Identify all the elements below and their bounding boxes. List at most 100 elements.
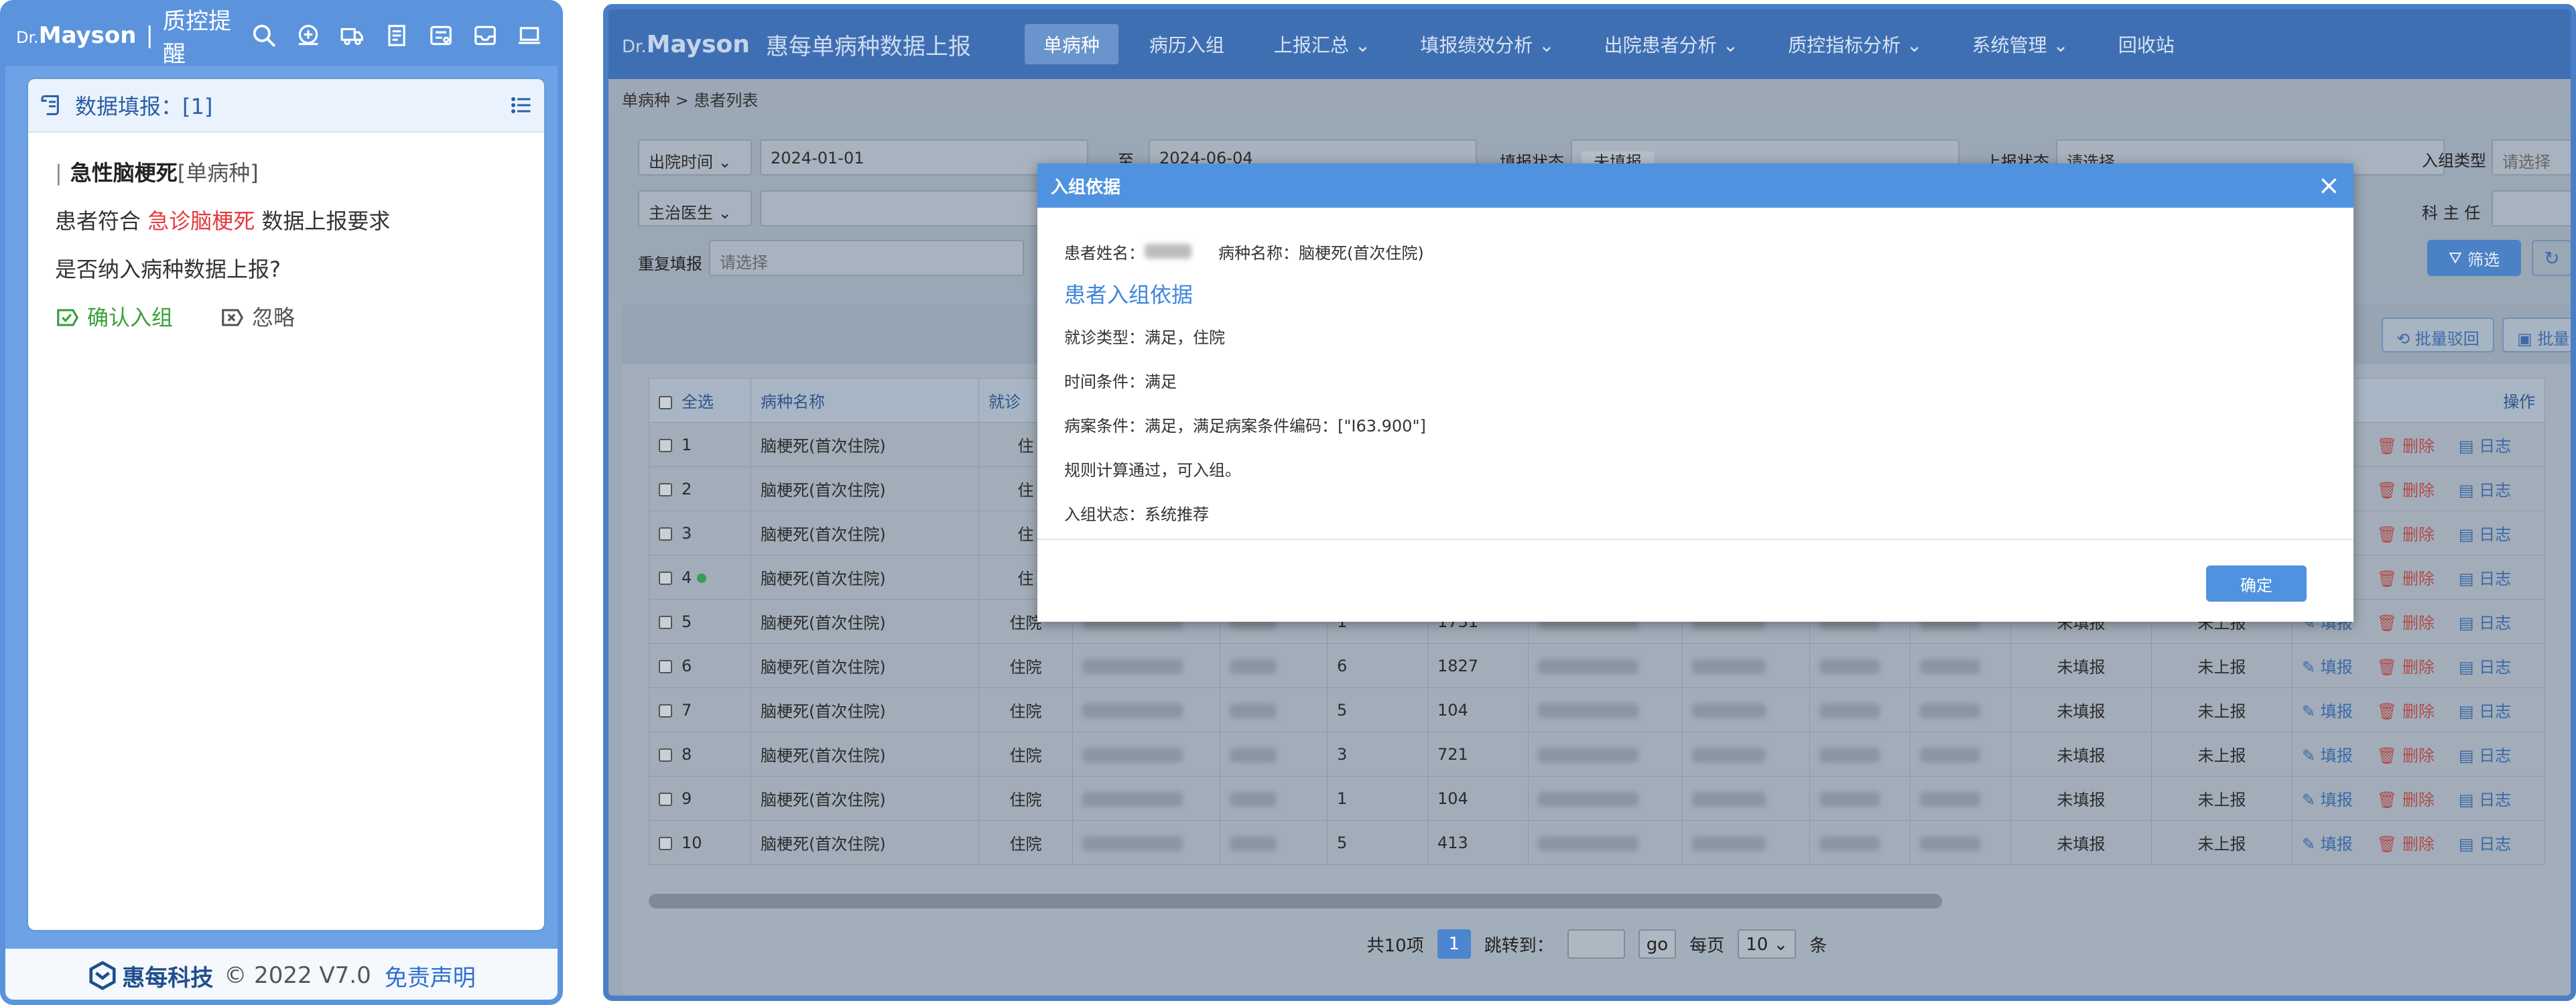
ops-cell: ✎ 填报 🗑 删除 ▤ 日志 [2291, 643, 2546, 688]
medical-add-icon[interactable] [295, 22, 322, 49]
group-type-select[interactable]: 请选择 [2492, 139, 2571, 176]
disease-cell: 脑梗死(首次住院) [751, 511, 979, 555]
delete-link[interactable]: 🗑 删除 [2377, 702, 2447, 721]
nav-recycle-bin[interactable]: 回收站 [2100, 24, 2193, 64]
code-cell: 104 [1427, 687, 1529, 732]
location-pin-icon [697, 573, 707, 583]
report-status-cell: 未上报 [2151, 820, 2293, 865]
goto-input[interactable] [1567, 929, 1625, 959]
delete-link[interactable]: 🗑 删除 [2377, 570, 2447, 588]
delete-link[interactable]: 🗑 删除 [2377, 614, 2447, 632]
delete-link[interactable]: 🗑 删除 [2377, 835, 2447, 854]
disclaimer-link[interactable]: 免责声明 [385, 959, 476, 992]
delete-link[interactable]: 🗑 删除 [2377, 791, 2447, 809]
go-button[interactable]: go [1638, 929, 1677, 959]
confirm-group-button[interactable]: 确认入组 [55, 293, 173, 342]
horizontal-scrollbar[interactable] [649, 894, 1942, 909]
edit-fill-link[interactable]: ✎ 填报 [2302, 835, 2365, 854]
nav-performance[interactable]: 填报绩效分析 ⌄ [1401, 24, 1573, 64]
doctor-input[interactable] [760, 190, 1041, 226]
nav-report-summary[interactable]: 上报汇总 ⌄ [1255, 24, 1389, 64]
row-checkbox[interactable] [659, 704, 672, 718]
table-row[interactable]: 8 脑梗死(首次住院) 住院 3 721 未填报 未上报 ✎ 填报 🗑 删除 ▤ 日志 [649, 732, 2546, 777]
repeat-fill-label: 重复填报 [638, 255, 702, 273]
log-link[interactable]: ▤ 日志 [2459, 791, 2523, 809]
repeat-fill-select[interactable]: 请选择 [709, 240, 1024, 276]
modal-subtitle: 患者入组依据 [1064, 282, 1194, 308]
nav-system-admin[interactable]: 系统管理 ⌄ [1953, 24, 2087, 64]
edit-fill-link[interactable]: ✎ 填报 [2302, 658, 2365, 677]
log-link[interactable]: ▤ 日志 [2459, 835, 2523, 854]
reminder-icon[interactable] [428, 22, 454, 49]
report-status-cell: 未上报 [2151, 687, 2293, 732]
blur-cell-a [1072, 732, 1220, 777]
dept-head-input[interactable] [2492, 190, 2571, 226]
log-link[interactable]: ▤ 日志 [2459, 570, 2523, 588]
row-checkbox[interactable] [659, 836, 672, 850]
date-type-select[interactable]: 出院时间 ⌄ [638, 139, 752, 176]
log-link[interactable]: ▤ 日志 [2459, 658, 2523, 677]
inbox-icon[interactable] [472, 22, 499, 49]
blurred-value [1230, 747, 1277, 762]
row-checkbox[interactable] [659, 571, 672, 585]
log-link[interactable]: ▤ 日志 [2459, 746, 2523, 765]
confirm-button[interactable]: 确定 [2206, 565, 2307, 602]
per-page-unit: 条 [1809, 935, 1827, 956]
row-checkbox[interactable] [659, 615, 672, 629]
page-size-select[interactable]: 10 ⌄ [1738, 929, 1797, 959]
batch-reject-button[interactable]: ⟲ 批量驳回 [2382, 318, 2494, 352]
doctor-type-select[interactable]: 主治医生 ⌄ [638, 190, 752, 226]
select-all-checkbox[interactable] [659, 396, 672, 409]
table-row[interactable]: 9 脑梗死(首次住院) 住院 1 104 未填报 未上报 ✎ 填报 🗑 删除 ▤ 日志 [649, 776, 2546, 821]
table-row[interactable]: 10 脑梗死(首次住院) 住院 5 413 未填报 未上报 ✎ 填报 🗑 删除 ▤ 日志 [649, 820, 2546, 865]
laptop-icon[interactable] [516, 22, 543, 49]
reset-icon[interactable]: ↻ [2532, 240, 2571, 276]
document-icon[interactable] [383, 22, 410, 49]
row-checkbox[interactable] [659, 527, 672, 541]
blurred-value [1538, 659, 1638, 674]
blur-cell-d [1682, 776, 1810, 821]
table-row[interactable]: 6 脑梗死(首次住院) 住院 6 1827 未填报 未上报 ✎ 填报 🗑 删除 ▤ 日志 [649, 643, 2546, 688]
visit-cell: 住院 [978, 820, 1073, 865]
filter-button[interactable]: ⛛ 筛选 [2427, 240, 2521, 276]
blurred-value [1082, 703, 1183, 718]
row-checkbox[interactable] [659, 792, 672, 806]
delete-link[interactable]: 🗑 删除 [2377, 525, 2447, 544]
row-checkbox[interactable] [659, 438, 672, 452]
nav-discharge-analysis[interactable]: 出院患者分析 ⌄ [1586, 24, 1757, 64]
delete-link[interactable]: 🗑 删除 [2377, 481, 2447, 500]
list-icon[interactable] [509, 93, 533, 117]
truck-icon[interactable] [339, 22, 366, 49]
delete-link[interactable]: 🗑 删除 [2377, 746, 2447, 765]
disease-line: | 急性脑梗死[单病种] [55, 160, 259, 186]
nav-quality-index[interactable]: 质控指标分析 ⌄ [1769, 24, 1941, 64]
nav-record-group[interactable]: 病历入组 [1131, 24, 1243, 64]
table-row[interactable]: 7 脑梗死(首次住院) 住院 5 104 未填报 未上报 ✎ 填报 🗑 删除 ▤ 日志 [649, 687, 2546, 732]
page-current[interactable]: 1 [1437, 929, 1471, 959]
search-icon[interactable] [251, 22, 277, 49]
blur-cell-e [1809, 643, 1911, 688]
delete-link[interactable]: 🗑 删除 [2377, 658, 2447, 677]
edit-fill-link[interactable]: ✎ 填报 [2302, 746, 2365, 765]
log-link[interactable]: ▤ 日志 [2459, 525, 2523, 544]
delete-link[interactable]: 🗑 删除 [2377, 437, 2447, 456]
log-link[interactable]: ▤ 日志 [2459, 702, 2523, 721]
row-checkbox[interactable] [659, 482, 672, 496]
row-checkbox[interactable] [659, 659, 672, 673]
log-link[interactable]: ▤ 日志 [2459, 481, 2523, 500]
select-all-header[interactable]: 全选 [649, 378, 751, 423]
fill-status-cell: 未填报 [2010, 732, 2152, 777]
blurred-value [1819, 835, 1880, 851]
batch-approve-button[interactable]: ▣ 批量审 [2502, 318, 2571, 352]
row-checkbox[interactable] [659, 748, 672, 762]
edit-fill-link[interactable]: ✎ 填报 [2302, 791, 2365, 809]
close-icon[interactable]: × [2317, 172, 2340, 199]
nav-single-disease[interactable]: 单病种 [1024, 24, 1118, 64]
count-cell: 3 [1327, 732, 1428, 777]
log-link[interactable]: ▤ 日志 [2459, 437, 2523, 456]
blur-cell-f [1910, 687, 2011, 732]
log-link[interactable]: ▤ 日志 [2459, 614, 2523, 632]
ignore-button[interactable]: 忽略 [220, 293, 295, 342]
card-title: 数据填报：[1] [75, 94, 213, 119]
edit-fill-link[interactable]: ✎ 填报 [2302, 702, 2365, 721]
